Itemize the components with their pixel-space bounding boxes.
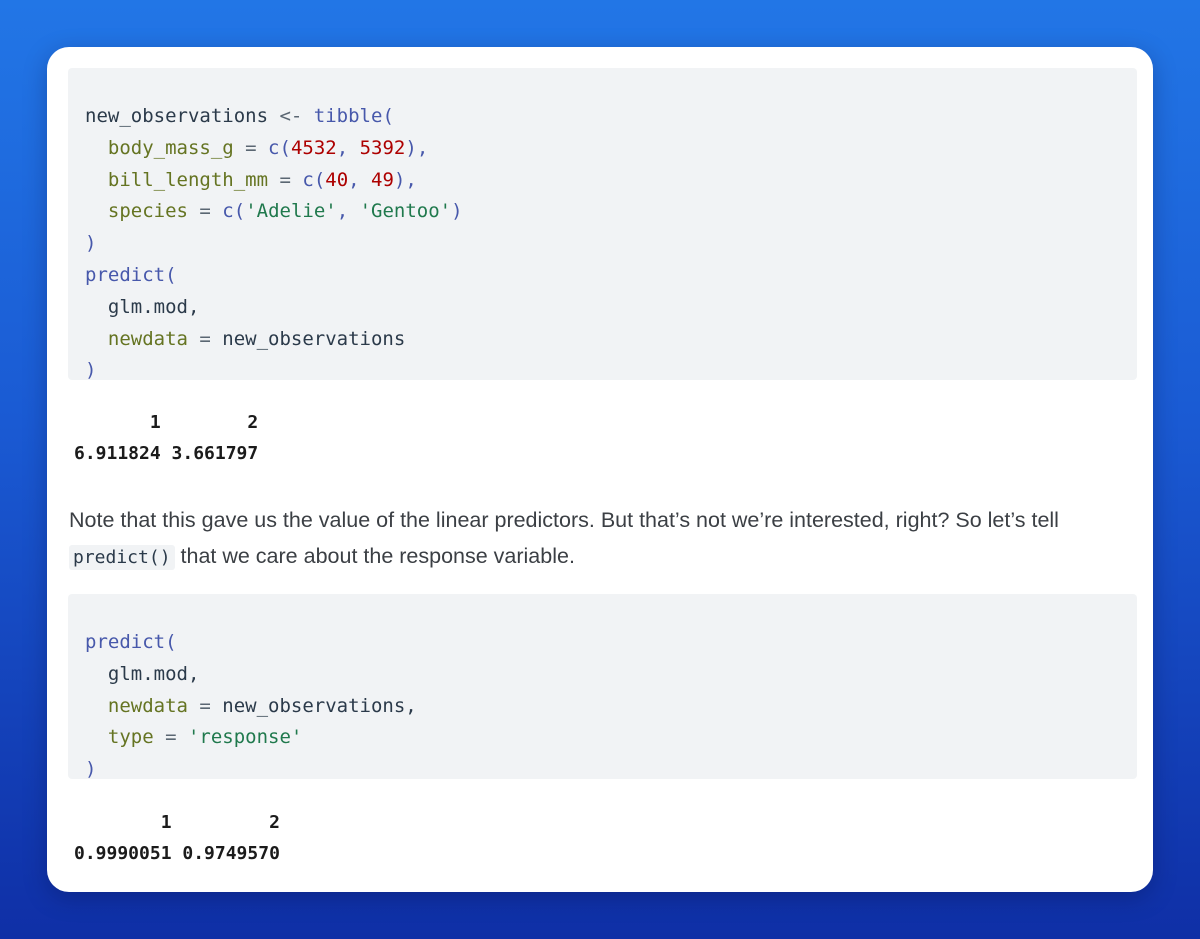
- paragraph-text: Note that this gave us the value of the …: [69, 508, 1059, 532]
- code-token: 'Gentoo': [359, 200, 452, 223]
- code-token: bill_length_mm: [85, 168, 269, 191]
- code-token: ): [451, 200, 463, 223]
- paragraph: Note that this gave us the value of the …: [69, 502, 1129, 576]
- code-token: newdata: [85, 694, 188, 717]
- code-token: new_observations: [222, 327, 406, 350]
- code-token: 5392: [359, 136, 406, 159]
- code-line: predict(: [85, 627, 1137, 659]
- code-token: tibble: [313, 105, 383, 127]
- output-header: 1 2: [74, 412, 259, 433]
- code-token: (: [313, 168, 326, 191]
- code-token: =: [187, 200, 223, 223]
- code-token: glm.mod,: [85, 662, 200, 685]
- code-line: newdata = new_observations,: [85, 691, 1137, 723]
- code-token: =: [153, 726, 188, 749]
- content-card: new_observations <- tibble( body_mass_g …: [47, 47, 1153, 892]
- code-token: =: [187, 694, 223, 717]
- code-token: new_observations: [85, 105, 269, 127]
- code-token: species: [85, 200, 188, 223]
- code-token: c: [268, 136, 280, 159]
- code-token: 'response': [187, 726, 303, 749]
- code-token: ),: [405, 136, 429, 159]
- code-line: predict(: [85, 260, 1137, 292]
- code-line: type = 'response': [85, 722, 1137, 754]
- code-line: ): [85, 228, 1137, 260]
- code-token: ,: [348, 168, 372, 191]
- code-token: (: [165, 631, 177, 653]
- code-token: 49: [371, 168, 394, 191]
- code-token: predict: [85, 631, 166, 653]
- code-token: (: [233, 200, 246, 223]
- code-token: ,: [336, 136, 360, 159]
- code-token: 'Adelie': [245, 200, 337, 223]
- code-token: 4532: [290, 136, 337, 159]
- code-token: =: [233, 136, 269, 159]
- code-token: =: [268, 168, 303, 191]
- code-token: new_observations,: [222, 694, 417, 717]
- code-token: (: [279, 136, 291, 159]
- code-line: glm.mod,: [85, 292, 1137, 324]
- output-header: 1 2: [74, 812, 280, 833]
- code-token: <-: [268, 105, 314, 127]
- output-values: 0.9990051 0.9749570: [74, 843, 280, 864]
- code-token: ): [85, 232, 97, 255]
- code-token: predict: [85, 263, 166, 286]
- paragraph-text: that we care about the response variable…: [174, 544, 575, 568]
- output-values: 6.911824 3.661797: [74, 443, 259, 464]
- code-token: (: [165, 263, 177, 286]
- code-token: (: [382, 105, 394, 127]
- code-line: glm.mod,: [85, 659, 1137, 691]
- code-token: newdata: [85, 327, 188, 350]
- code-token: type: [85, 726, 154, 749]
- code-token: glm.mod,: [85, 295, 200, 318]
- code-block[interactable]: predict( glm.mod, newdata = new_observat…: [68, 594, 1137, 780]
- code-token: body_mass_g: [85, 136, 234, 159]
- code-line: new_observations <- tibble(: [85, 101, 1137, 133]
- code-token: ),: [393, 168, 417, 191]
- inline-code: predict(): [69, 545, 175, 570]
- code-token: ,: [336, 200, 360, 223]
- code-line: ): [85, 754, 1137, 786]
- code-token: ): [85, 758, 97, 781]
- code-block[interactable]: new_observations <- tibble( body_mass_g …: [68, 68, 1137, 381]
- code-line: species = c('Adelie', 'Gentoo'): [85, 196, 1137, 228]
- code-output: 1 2 6.911824 3.661797: [74, 407, 258, 469]
- code-token: 40: [325, 168, 349, 191]
- code-output: 1 2 0.9990051 0.9749570: [74, 807, 280, 869]
- code-token: =: [187, 327, 223, 350]
- code-line: body_mass_g = c(4532, 5392),: [85, 133, 1137, 165]
- code-line: bill_length_mm = c(40, 49),: [85, 165, 1137, 197]
- code-line: newdata = new_observations: [85, 324, 1137, 356]
- code-token: c: [222, 200, 234, 223]
- code-token: c: [302, 168, 314, 191]
- code-line: ): [85, 355, 1137, 387]
- code-token: ): [85, 359, 97, 382]
